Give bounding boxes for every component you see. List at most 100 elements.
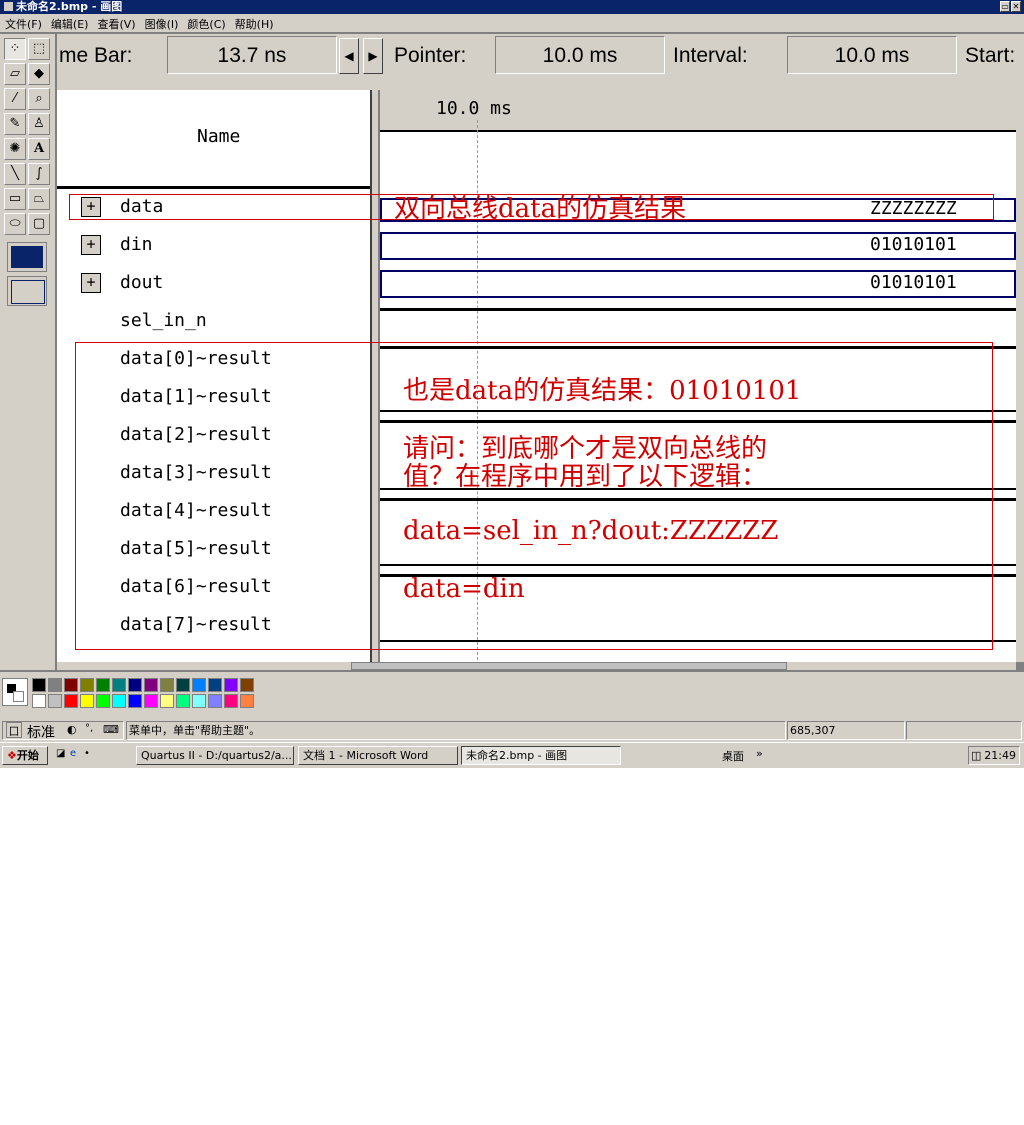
color-swatch[interactable] [224,678,238,692]
menu-help[interactable]: 帮助(H) [230,14,278,32]
line-tool-icon[interactable]: ╲ [4,163,26,185]
desktop-toolbar-label[interactable]: 桌面 [722,748,744,764]
brush-icon[interactable]: ♙ [28,113,50,135]
annotation-logic-1: data=sel_in_n?dout:ZZZZZZ [403,516,779,546]
quicklaunch-icon[interactable]: • [84,748,90,759]
title-bar: 未命名2.bmp - 画图 [0,0,1024,14]
start-label: Start: [965,44,1016,67]
color-swatch[interactable] [64,678,78,692]
help-status: 菜单中，单击"帮助主题"。 [126,721,786,740]
color-swatch[interactable] [96,694,110,708]
restore-button[interactable]: ▭ [1000,1,1010,12]
signal-name: sel_in_n [120,310,207,331]
scrollbar-thumb[interactable] [351,662,787,670]
current-colors[interactable] [2,678,28,706]
free-select-icon[interactable]: ⁘ [4,38,26,60]
time-marker-label: 10.0 ms [436,98,512,119]
time-bar-label: me Bar: [59,44,133,67]
ime-mode-label[interactable]: 标准 [27,722,55,742]
color-swatch[interactable] [48,694,62,708]
signal-name: dout [120,272,164,293]
toolbox: ⁘ ⬚ ▱ ◆ ⁄ ⌕ ✎ ♙ ✺ A ╲ ∫ ▭ ⏢ ⬭ ▢ [0,34,55,670]
rounded-rect-tool-icon[interactable]: ▢ [28,213,50,235]
expand-dout-icon: + [81,273,101,293]
curve-tool-icon[interactable]: ∫ [28,163,50,185]
half-width-icon[interactable]: ◐ [67,723,77,736]
color-swatch[interactable] [208,694,222,708]
color-swatch[interactable] [192,694,206,708]
close-button[interactable]: ✕ [1011,1,1021,12]
color-swatch[interactable] [176,678,190,692]
arrow-right-icon: ▶ [363,38,383,74]
polygon-tool-icon[interactable]: ⏢ [28,188,50,210]
show-desktop-icon[interactable]: ◪ [56,748,65,759]
vertical-scrollbar[interactable] [1016,34,1024,662]
color-swatch[interactable] [144,678,158,692]
color-swatch[interactable] [80,678,94,692]
task-word[interactable]: 文档 1 - Microsoft Word [298,746,458,765]
punctuation-icon[interactable]: °, [85,723,93,734]
fill-bucket-icon[interactable]: ◆ [28,63,50,85]
color-swatch[interactable] [80,694,94,708]
color-swatch[interactable] [112,678,126,692]
menu-colors[interactable]: 颜色(C) [182,14,229,32]
expand-din-icon: + [81,235,101,255]
color-swatch[interactable] [32,678,46,692]
quartus-time-bar: me Bar: 13.7 ns ◀ ▶ Pointer: 10.0 ms Int… [57,34,1016,90]
text-tool-icon[interactable]: A [28,138,50,160]
color-swatch[interactable] [128,678,142,692]
annotation-question-line2: 值？在程序中用到了以下逻辑： [403,462,768,492]
color-swatch[interactable] [160,694,174,708]
size-status [906,721,1022,740]
color-swatch[interactable] [224,694,238,708]
pencil-icon[interactable]: ✎ [4,113,26,135]
color-swatch[interactable] [160,678,174,692]
start-button[interactable]: ❖开始 [2,746,48,765]
color-swatch[interactable] [240,678,254,692]
airbrush-icon[interactable]: ✺ [4,138,26,160]
opaque-option-icon[interactable] [7,242,47,272]
color-swatch[interactable] [192,678,206,692]
color-picker-icon[interactable]: ⁄ [4,88,26,110]
taskbar: ❖开始 ◪ e • Quartus II - D:/quartus2/a... … [0,742,1024,768]
cursor-coords: 685,307 [787,721,905,740]
menu-image[interactable]: 图像(I) [140,14,183,32]
color-swatch[interactable] [48,678,62,692]
color-swatch[interactable] [208,678,222,692]
waveform-line [380,308,1016,311]
task-quartus[interactable]: Quartus II - D:/quartus2/a... [136,746,294,765]
ime-logo-icon[interactable]: 囗 [6,722,22,738]
waveform-value: 01010101 [870,272,957,293]
magnifier-icon[interactable]: ⌕ [28,88,50,110]
eraser-icon[interactable]: ▱ [4,63,26,85]
color-swatch[interactable] [176,694,190,708]
rect-select-icon[interactable]: ⬚ [28,38,50,60]
color-swatch[interactable] [240,694,254,708]
ellipse-tool-icon[interactable]: ⬭ [4,213,26,235]
horizontal-scrollbar[interactable] [57,662,1016,670]
color-swatch[interactable] [64,694,78,708]
color-swatch[interactable] [96,678,110,692]
tray-icon[interactable]: ◫ [969,747,981,764]
color-swatch[interactable] [128,694,142,708]
menu-file[interactable]: 文件(F) [0,14,46,32]
time-bar-field: 13.7 ns [167,36,337,74]
transparent-option-icon[interactable] [7,276,47,306]
soft-keyboard-icon[interactable]: ⌨ [103,723,119,736]
rectangle-tool-icon[interactable]: ▭ [4,188,26,210]
menu-edit[interactable]: 编辑(E) [46,14,93,32]
task-paint[interactable]: 未命名2.bmp - 画图 [461,746,621,765]
annotation-also-data: 也是data的仿真结果：01010101 [403,376,802,406]
menu-view[interactable]: 查看(V) [92,14,139,32]
header-divider [57,186,370,189]
color-swatch[interactable] [32,694,46,708]
windows-logo-icon: ❖ [7,749,17,762]
ime-toolbar: 囗 标准 ◐ °, ⌨ [2,721,124,742]
ie-icon[interactable]: e [70,748,76,759]
color-swatch[interactable] [112,694,126,708]
toolbar-expand-icon[interactable]: » [756,747,763,760]
arrow-left-icon: ◀ [339,38,359,74]
name-column-header: Name [197,126,241,147]
color-swatch[interactable] [144,694,158,708]
image-canvas[interactable]: me Bar: 13.7 ns ◀ ▶ Pointer: 10.0 ms Int… [57,34,1016,662]
